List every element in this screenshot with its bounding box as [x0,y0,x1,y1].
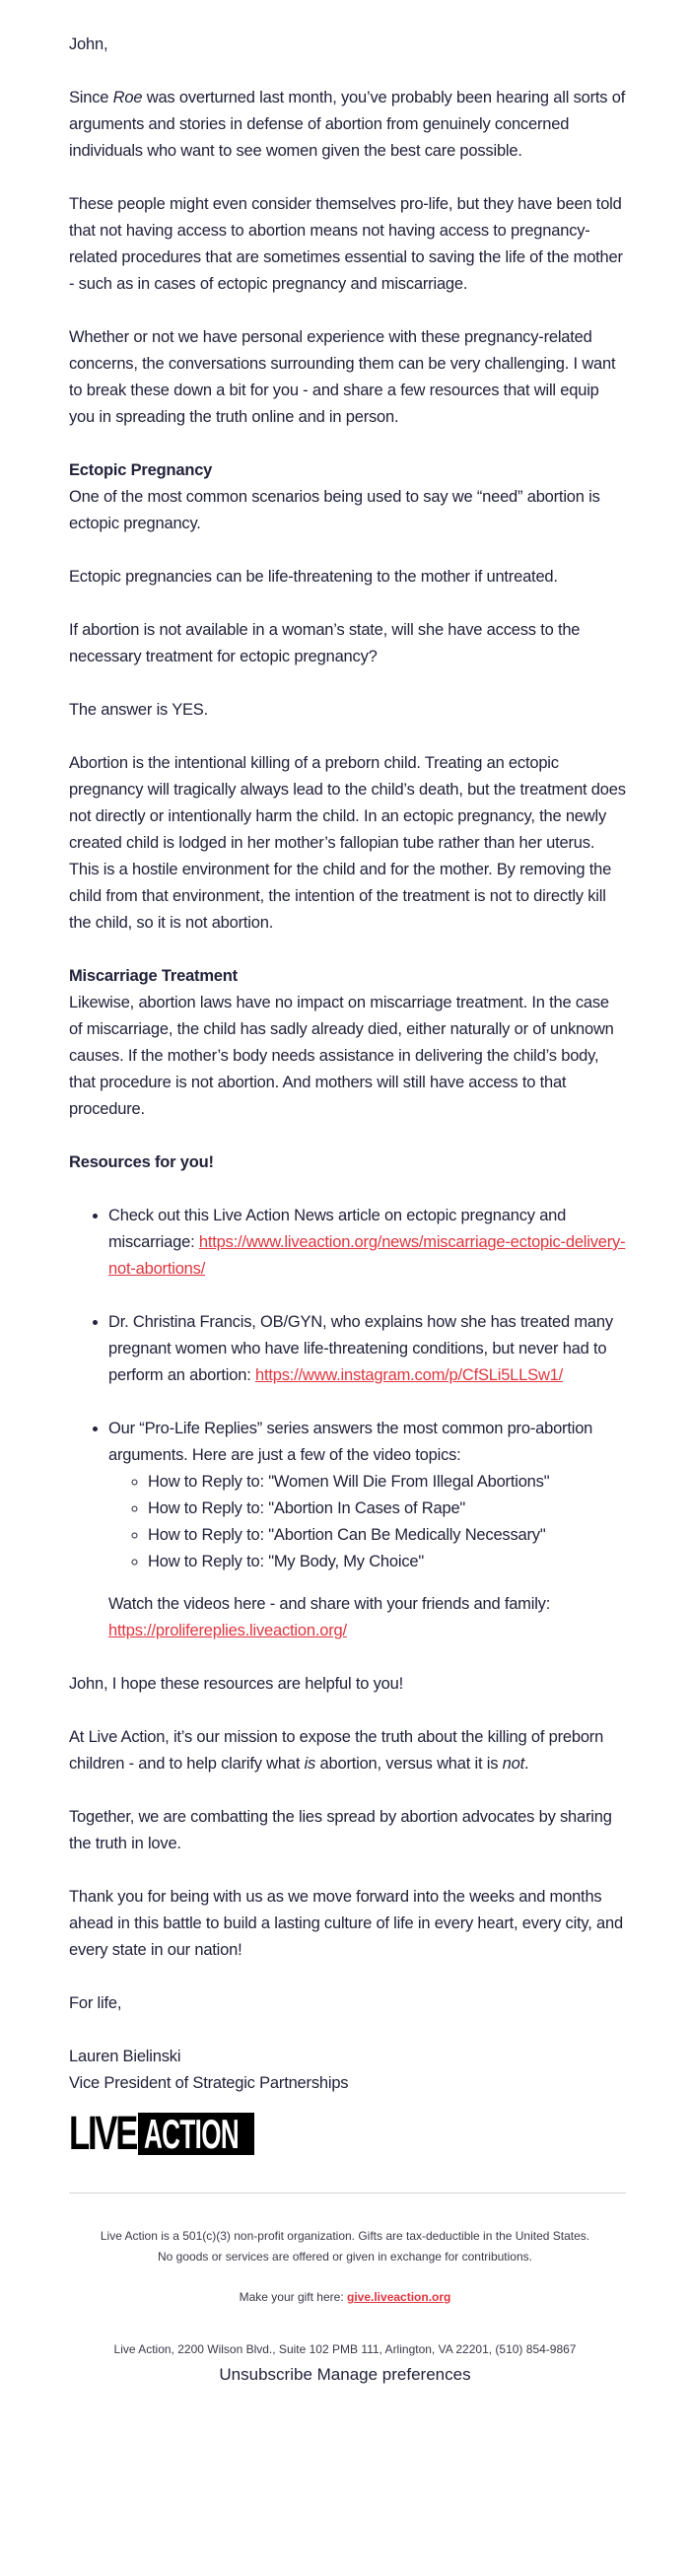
manage-preferences-link[interactable]: Manage preferences [317,2365,471,2384]
give-link[interactable]: give.liveaction.org [347,2290,450,2304]
prolife-replies-link[interactable]: https://prolifereplies.liveaction.org/ [108,1622,347,1639]
miscarriage-section: Miscarriage Treatment Likewise, abortion… [69,963,626,1123]
nonprofit-notice: Live Action is a 501(c)(3) non-profit or… [100,2229,590,2243]
closing-text: abortion, versus what it is [315,1755,503,1773]
signer-name: Lauren Bielinski [69,2048,181,2065]
instagram-link[interactable]: https://www.instagram.com/p/CfSLi5LLSw1/ [255,1366,563,1384]
is-italic: is [304,1755,316,1773]
closing-text: . [524,1755,529,1773]
gift-line: Make your gift here: give.liveaction.org [0,2287,690,2308]
intro-paragraph-3: Whether or not we have personal experien… [69,328,616,426]
ectopic-paragraph-5: Abortion is the intentional killing of a… [69,754,626,932]
preferences-line: Unsubscribe Manage preferences [0,2362,690,2388]
closing-paragraph-1: John, I hope these resources are helpful… [69,1675,403,1693]
video-topic: How to Reply to: "Abortion In Cases of R… [148,1496,626,1522]
miscarriage-heading: Miscarriage Treatment [69,967,238,985]
contributions-notice: No goods or services are offered or give… [158,2250,532,2263]
resources-heading: Resources for you! [69,1153,214,1171]
video-topics-list: How to Reply to: "Women Will Die From Il… [108,1469,626,1575]
ectopic-paragraph-3: If abortion is not available in a woman’… [69,621,581,665]
ectopic-paragraph-1: One of the most common scenarios being u… [69,488,600,532]
closing-paragraph-2: At Live Action, it’s our mission to expo… [69,1724,626,1777]
intro-text: was overturned last month, you’ve probab… [69,89,626,160]
intro-text: Since [69,89,113,106]
miscarriage-paragraph: Likewise, abortion laws have no impact o… [69,994,614,1118]
resource-text: Our “Pro-Life Replies” series answers th… [108,1420,593,1464]
ectopic-section: Ectopic Pregnancy One of the most common… [69,457,626,537]
roe-italic: Roe [112,89,143,106]
not-italic: not [502,1755,525,1773]
live-action-logo: LIVE ACTION [69,2108,258,2160]
watch-text: Watch the videos here - and share with y… [108,1595,551,1613]
signoff: For life, [69,1994,122,2012]
ectopic-paragraph-2: Ectopic pregnancies can be life-threaten… [69,568,558,586]
resource-item-prolife-replies: Our “Pro-Life Replies” series answers th… [108,1416,626,1644]
intro-paragraph-1: Since Roe was overturned last month, you… [69,85,626,165]
resource-item-article: Check out this Live Action News article … [108,1203,626,1283]
unsubscribe-link[interactable]: Unsubscribe [219,2365,312,2384]
resource-item-instagram: Dr. Christina Francis, OB/GYN, who expla… [108,1309,626,1389]
ectopic-heading: Ectopic Pregnancy [69,461,213,479]
gift-label: Make your gift here: [239,2290,347,2304]
ectopic-paragraph-4: The answer is YES. [69,701,208,719]
video-topic: How to Reply to: "Abortion Can Be Medica… [148,1522,626,1549]
video-topic: How to Reply to: "Women Will Die From Il… [148,1469,626,1496]
logo-word-live: LIVE [69,2108,138,2160]
resources-list: Check out this Live Action News article … [69,1203,626,1644]
intro-paragraph-2: These people might even consider themsel… [69,195,623,293]
logo-word-action: ACTION [144,2113,240,2155]
greeting: John, [69,35,108,53]
footer: Live Action is a 501(c)(3) non-profit or… [0,2226,690,2388]
closing-paragraph-4: Thank you for being with us as we move f… [69,1888,623,1959]
video-topic: How to Reply to: "My Body, My Choice" [148,1549,626,1575]
signature: Lauren Bielinski Vice President of Strat… [69,2044,626,2097]
mailing-address: Live Action, 2200 Wilson Blvd., Suite 10… [113,2342,577,2356]
logo-word-action-box: ACTION [138,2113,254,2155]
signer-title: Vice President of Strategic Partnerships [69,2074,349,2092]
closing-paragraph-3: Together, we are combatting the lies spr… [69,1808,612,1852]
watch-videos-text: Watch the videos here - and share with y… [108,1591,626,1644]
email-body: John, Since Roe was overturned last mont… [69,0,626,2160]
